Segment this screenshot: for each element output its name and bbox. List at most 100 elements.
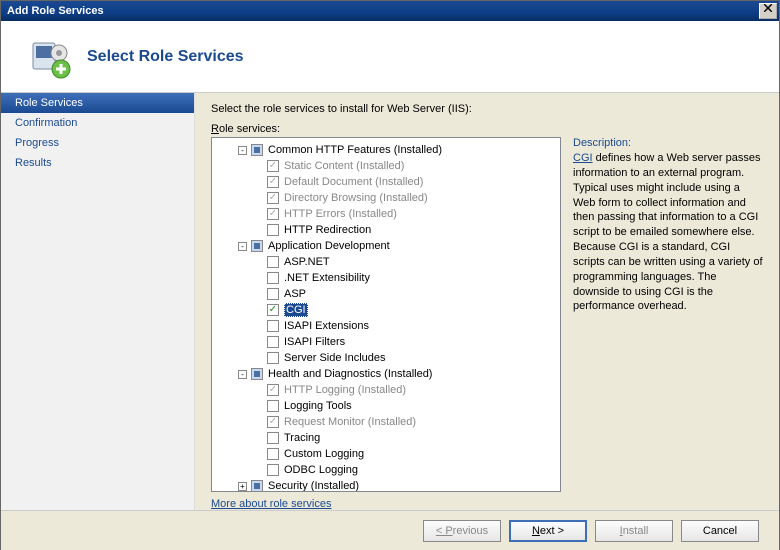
role-services-label: Role services:: [211, 123, 763, 135]
next-button[interactable]: Next >: [509, 520, 587, 542]
tree-item-label: HTTP Errors (Installed): [284, 208, 397, 220]
tree-item[interactable]: - Common HTTP Features (Installed): [212, 142, 560, 158]
description-link[interactable]: CGI: [573, 152, 593, 164]
wizard-icon: [25, 33, 73, 81]
tree-item-label: Directory Browsing (Installed): [284, 192, 428, 204]
role-services-tree[interactable]: - Common HTTP Features (Installed) Static …: [211, 137, 561, 492]
tree-item-label: ASP.NET: [284, 256, 330, 268]
checkbox[interactable]: [267, 432, 279, 444]
tree-item-label: Server Side Includes: [284, 352, 386, 364]
tree-item-label: ISAPI Filters: [284, 336, 345, 348]
tree-item-label: HTTP Logging (Installed): [284, 384, 406, 396]
tree-item-label: ASP: [284, 288, 306, 300]
sidebar-item-label: Confirmation: [15, 117, 77, 129]
checkbox[interactable]: [267, 320, 279, 332]
tree-item[interactable]: Default Document (Installed): [212, 174, 560, 190]
window-titlebar: Add Role Services: [1, 1, 779, 21]
tree-item-label: Custom Logging: [284, 448, 364, 460]
description-text: CGI defines how a Web server passes info…: [573, 151, 763, 314]
tree-item-label: ODBC Logging: [284, 464, 358, 476]
tree-item-label: HTTP Redirection: [284, 224, 371, 236]
wizard-header: Select Role Services: [1, 21, 779, 93]
sidebar-item-label: Progress: [15, 137, 59, 149]
checkbox[interactable]: [267, 400, 279, 412]
content-area: Select the role services to install for …: [195, 93, 779, 510]
checkbox[interactable]: [251, 240, 263, 252]
tree-item-label: Tracing: [284, 432, 320, 444]
tree-item-label: Application Development: [268, 240, 390, 252]
tree-item[interactable]: - Application Development: [212, 238, 560, 254]
sidebar-item-role-services[interactable]: Role Services: [1, 93, 194, 113]
checkbox: [267, 416, 279, 428]
window-title: Add Role Services: [7, 5, 104, 17]
tree-item[interactable]: Static Content (Installed): [212, 158, 560, 174]
tree-item[interactable]: .NET Extensibility: [212, 270, 560, 286]
description-body: defines how a Web server passes informat…: [573, 152, 763, 312]
more-about-link[interactable]: More about role services: [211, 498, 763, 510]
sidebar-item-results[interactable]: Results: [1, 153, 194, 173]
tree-item[interactable]: ODBC Logging: [212, 462, 560, 478]
close-icon: [764, 4, 772, 12]
previous-button[interactable]: < Previous: [423, 520, 501, 542]
tree-item[interactable]: - Health and Diagnostics (Installed): [212, 366, 560, 382]
tree-item[interactable]: HTTP Redirection: [212, 222, 560, 238]
sidebar-item-confirmation[interactable]: Confirmation: [1, 113, 194, 133]
tree-item[interactable]: Custom Logging: [212, 446, 560, 462]
sidebar-item-label: Results: [15, 157, 52, 169]
checkbox[interactable]: [267, 336, 279, 348]
tree-item[interactable]: ASP: [212, 286, 560, 302]
tree-item-label: Request Monitor (Installed): [284, 416, 416, 428]
tree-item[interactable]: HTTP Errors (Installed): [212, 206, 560, 222]
tree-item[interactable]: ASP.NET: [212, 254, 560, 270]
tree-item[interactable]: + Security (Installed): [212, 478, 560, 492]
checkbox[interactable]: [267, 288, 279, 300]
checkbox[interactable]: [251, 144, 263, 156]
tree-item[interactable]: CGI: [212, 302, 560, 318]
close-button[interactable]: [759, 3, 777, 19]
tree-item[interactable]: HTTP Logging (Installed): [212, 382, 560, 398]
install-button[interactable]: Install: [595, 520, 673, 542]
checkbox[interactable]: [267, 464, 279, 476]
description-panel: Description: CGI defines how a Web serve…: [573, 137, 763, 492]
sidebar-item-label: Role Services: [15, 97, 83, 109]
tree-item[interactable]: Server Side Includes: [212, 350, 560, 366]
cancel-button[interactable]: Cancel: [681, 520, 759, 542]
tree-item[interactable]: Directory Browsing (Installed): [212, 190, 560, 206]
checkbox: [267, 160, 279, 172]
checkbox: [267, 176, 279, 188]
checkbox[interactable]: [267, 256, 279, 268]
tree-item-label: Health and Diagnostics (Installed): [268, 368, 432, 380]
checkbox: [267, 384, 279, 396]
sidebar-item-progress[interactable]: Progress: [1, 133, 194, 153]
tree-item[interactable]: ISAPI Extensions: [212, 318, 560, 334]
wizard-sidebar: Role Services Confirmation Progress Resu…: [1, 93, 195, 510]
tree-item[interactable]: Tracing: [212, 430, 560, 446]
expand-icon[interactable]: +: [238, 482, 247, 491]
tree-item-label: Default Document (Installed): [284, 176, 423, 188]
checkbox[interactable]: [251, 480, 263, 492]
description-label: Description:: [573, 137, 763, 149]
tree-item-label: .NET Extensibility: [284, 272, 370, 284]
checkbox[interactable]: [267, 352, 279, 364]
checkbox[interactable]: [267, 304, 279, 316]
tree-item-label: ISAPI Extensions: [284, 320, 369, 332]
checkbox[interactable]: [251, 368, 263, 380]
collapse-icon[interactable]: -: [238, 242, 247, 251]
checkbox: [267, 192, 279, 204]
tree-item[interactable]: ISAPI Filters: [212, 334, 560, 350]
checkbox[interactable]: [267, 448, 279, 460]
tree-item-label: Security (Installed): [268, 480, 359, 492]
checkbox: [267, 208, 279, 220]
tree-item-label: Static Content (Installed): [284, 160, 404, 172]
tree-item[interactable]: Request Monitor (Installed): [212, 414, 560, 430]
wizard-footer: < Previous Next > Install Cancel: [1, 510, 779, 550]
collapse-icon[interactable]: -: [238, 146, 247, 155]
intro-text: Select the role services to install for …: [211, 103, 763, 115]
tree-item-label: Common HTTP Features (Installed): [268, 144, 442, 156]
collapse-icon[interactable]: -: [238, 370, 247, 379]
checkbox[interactable]: [267, 272, 279, 284]
tree-item-label: CGI: [284, 303, 308, 317]
tree-item[interactable]: Logging Tools: [212, 398, 560, 414]
page-title: Select Role Services: [87, 48, 244, 66]
checkbox[interactable]: [267, 224, 279, 236]
